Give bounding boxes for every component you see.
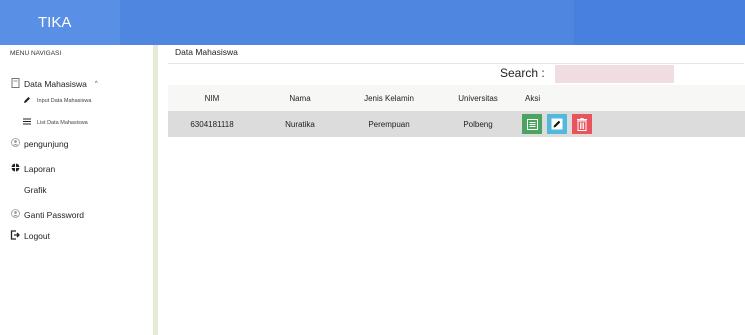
sidebar-item-label: List Data Mahasiswa xyxy=(37,119,88,126)
column-header-jenis-kelamin[interactable]: Jenis Kelamin xyxy=(344,85,434,111)
cell-nama: Nuratika xyxy=(285,119,315,129)
delete-button[interactable] xyxy=(572,114,592,134)
nav-header: MENU NAVIGASI xyxy=(10,50,62,57)
sidebar-item-laporan[interactable]: Laporan xyxy=(10,163,55,174)
cell-nim: 6304181118 xyxy=(190,119,234,129)
edit-button[interactable] xyxy=(547,114,567,134)
sidebar-item-label: Grafik xyxy=(24,185,47,195)
sidebar-item-data-mahasiswa[interactable]: Data Mahasiswa ^ xyxy=(10,78,98,90)
dashboard-icon xyxy=(10,163,20,174)
detail-button[interactable] xyxy=(522,114,542,134)
sidebar-item-grafik[interactable]: Grafik xyxy=(24,185,47,195)
top-navbar: TIKA xyxy=(0,0,745,45)
mahasiswa-table: NIM Nama Jenis Kelamin Universitas Aksi … xyxy=(168,85,745,137)
divider xyxy=(168,63,744,64)
table-header-row: NIM Nama Jenis Kelamin Universitas Aksi xyxy=(168,85,745,111)
sidebar: MENU NAVIGASI Data Mahasiswa ^ Input Dat… xyxy=(0,45,158,335)
user-icon xyxy=(10,209,20,220)
pencil-icon xyxy=(551,118,563,130)
cell-aksi xyxy=(522,111,745,137)
column-header-aksi: Aksi xyxy=(525,93,541,103)
sidebar-item-list-data-mahasiswa[interactable]: List Data Mahasiswa xyxy=(22,118,88,127)
pencil-icon xyxy=(22,96,31,106)
trash-icon xyxy=(577,117,587,131)
breadcrumb: Data Mahasiswa xyxy=(175,47,238,57)
sidebar-item-label: Data Mahasiswa xyxy=(24,79,87,89)
sidebar-item-input-data-mahasiswa[interactable]: Input Data Mahasiswa xyxy=(22,96,91,106)
list-icon xyxy=(22,118,31,127)
search-label: Search : xyxy=(500,66,545,80)
chevron-up-icon: ^ xyxy=(94,81,98,87)
cell-universitas: Polbeng xyxy=(463,119,493,129)
sidebar-item-ganti-password[interactable]: Ganti Password xyxy=(10,209,84,220)
search-input[interactable] xyxy=(555,65,674,83)
navbar-right-area xyxy=(574,0,745,45)
action-buttons xyxy=(522,114,745,134)
user-icon xyxy=(10,138,20,149)
table-row: 6304181118 Nuratika Perempuan Polbeng xyxy=(168,111,745,137)
column-header-nama[interactable]: Nama xyxy=(256,85,344,111)
column-header-nim[interactable]: NIM xyxy=(168,85,256,111)
sidebar-item-label: Laporan xyxy=(24,163,56,174)
column-header-universitas[interactable]: Universitas xyxy=(434,85,522,111)
list-icon xyxy=(526,118,538,130)
sidebar-item-label: pengunjung xyxy=(24,138,69,149)
sidebar-item-label: Logout xyxy=(24,231,50,241)
document-icon xyxy=(10,78,20,90)
sidebar-item-logout[interactable]: Logout xyxy=(10,230,50,242)
logout-icon xyxy=(10,230,20,242)
brand-logo[interactable]: TIKA xyxy=(0,0,120,45)
sidebar-item-label: Input Data Mahasiswa xyxy=(37,98,92,104)
sidebar-item-label: Ganti Password xyxy=(24,209,84,220)
sidebar-item-pengunjung[interactable]: pengunjung xyxy=(10,138,68,149)
cell-jenis-kelamin: Perempuan xyxy=(368,119,410,129)
main-content: Data Mahasiswa Search : NIM Nama Jenis K… xyxy=(163,45,745,335)
